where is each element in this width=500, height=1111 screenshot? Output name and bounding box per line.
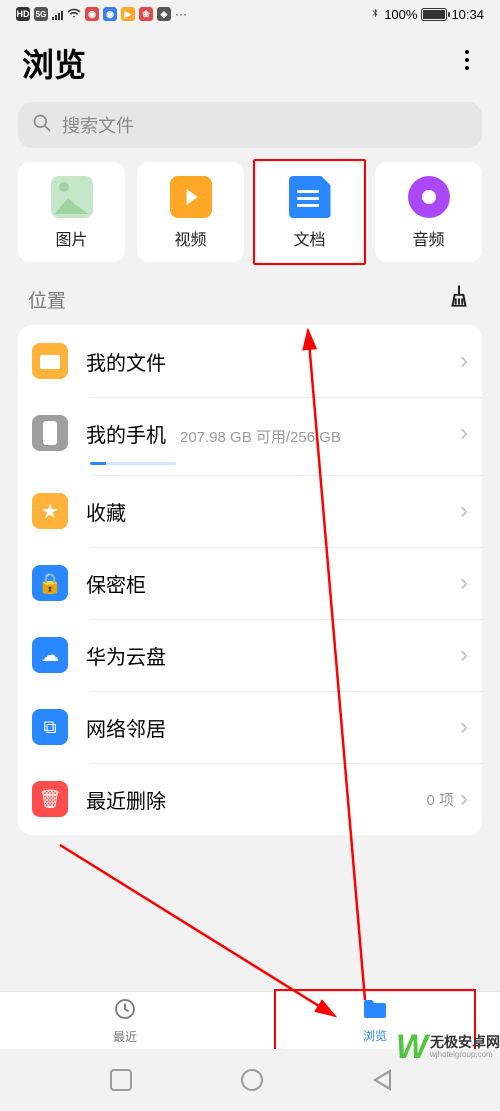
star-icon: ★ xyxy=(32,493,68,529)
hd-icon: HD xyxy=(16,7,30,21)
search-placeholder: 搜索文件 xyxy=(62,112,134,138)
more-dots-icon: ··· xyxy=(175,7,187,21)
chevron-right-icon: › xyxy=(460,785,468,813)
folder-icon xyxy=(32,343,68,379)
category-row: 图片 视频 文档 音频 xyxy=(0,162,500,276)
nav-back-button[interactable] xyxy=(373,1069,391,1091)
location-network[interactable]: ⧉ 网络邻居 › xyxy=(18,691,482,763)
status-right: 100% 10:34 xyxy=(370,6,484,23)
battery-icon xyxy=(421,8,447,21)
section-header: 位置 xyxy=(0,276,500,325)
storage-progress-bar xyxy=(90,462,176,465)
audio-icon xyxy=(408,176,450,218)
chevron-right-icon: › xyxy=(460,419,468,447)
clock-icon xyxy=(113,997,137,1026)
watermark-logo-icon: W xyxy=(396,1028,428,1067)
category-audio[interactable]: 音频 xyxy=(375,162,482,262)
picture-icon xyxy=(51,176,93,218)
battery-percent: 100% xyxy=(384,7,417,22)
phone-icon xyxy=(32,415,68,451)
document-icon xyxy=(289,176,331,218)
folder-icon xyxy=(362,998,388,1025)
nav-home-button[interactable] xyxy=(241,1069,263,1091)
nav-recent-button[interactable] xyxy=(110,1069,132,1091)
location-title: 网络邻居 xyxy=(86,713,166,742)
lock-icon: 🔒 xyxy=(32,565,68,601)
status-bar: HD 5G ◉ ◉ ▶ ❀ ◈ ··· 100% 10:34 xyxy=(0,0,500,28)
watermark: W 无极安卓网 wjhotelgroup.com xyxy=(396,1028,500,1067)
location-title: 华为云盘 xyxy=(86,641,166,670)
header: 浏览 xyxy=(0,28,500,94)
app-icon-5: ◈ xyxy=(157,7,171,21)
locations-list: 我的文件 › 我的手机 207.98 GB 可用/256 GB › ★ 收藏 ›… xyxy=(18,325,482,835)
cloud-icon: ☁ xyxy=(32,637,68,673)
watermark-text-en: wjhotelgroup.com xyxy=(430,1051,500,1060)
category-label: 文档 xyxy=(293,226,325,250)
section-title: 位置 xyxy=(28,286,66,313)
trash-icon: 🗑 xyxy=(32,781,68,817)
status-left: HD 5G ◉ ◉ ▶ ❀ ◈ ··· xyxy=(16,6,187,23)
time-label: 10:34 xyxy=(451,7,484,22)
more-menu-button[interactable] xyxy=(456,41,478,85)
network-5g-icon: 5G xyxy=(34,7,48,21)
app-icon-2: ◉ xyxy=(103,7,117,21)
location-title: 最近删除 xyxy=(86,785,166,814)
location-favorites[interactable]: ★ 收藏 › xyxy=(18,475,482,547)
watermark-text-cn: 无极安卓网 xyxy=(430,1035,500,1050)
tab-label: 最近 xyxy=(113,1028,137,1045)
location-title: 我的手机 xyxy=(86,419,166,448)
clean-button[interactable] xyxy=(446,284,472,315)
tab-label: 浏览 xyxy=(363,1027,387,1044)
video-icon xyxy=(170,176,212,218)
location-title: 保密柜 xyxy=(86,569,146,598)
app-icon-3: ▶ xyxy=(121,7,135,21)
chevron-right-icon: › xyxy=(460,569,468,597)
category-label: 音频 xyxy=(412,226,444,250)
location-safe[interactable]: 🔒 保密柜 › xyxy=(18,547,482,619)
tab-recent[interactable]: 最近 xyxy=(0,992,250,1049)
storage-info: 207.98 GB 可用/256 GB xyxy=(180,426,341,447)
category-videos[interactable]: 视频 xyxy=(137,162,244,262)
app-icon-4: ❀ xyxy=(139,7,153,21)
category-documents[interactable]: 文档 xyxy=(256,162,363,262)
deleted-count: 0 项 xyxy=(426,789,454,810)
signal-icon xyxy=(52,9,63,20)
chevron-right-icon: › xyxy=(460,347,468,375)
location-my-files[interactable]: 我的文件 › xyxy=(18,325,482,397)
page-title: 浏览 xyxy=(22,40,86,86)
location-title: 收藏 xyxy=(86,497,126,526)
category-pictures[interactable]: 图片 xyxy=(18,162,125,262)
location-title: 我的文件 xyxy=(86,347,166,376)
chevron-right-icon: › xyxy=(460,497,468,525)
search-input[interactable]: 搜索文件 xyxy=(18,102,482,148)
category-label: 视频 xyxy=(174,226,206,250)
location-cloud[interactable]: ☁ 华为云盘 › xyxy=(18,619,482,691)
wifi-icon xyxy=(67,6,81,23)
search-icon xyxy=(32,113,52,138)
location-my-phone[interactable]: 我的手机 207.98 GB 可用/256 GB › xyxy=(18,397,482,475)
app-icon-1: ◉ xyxy=(85,7,99,21)
chevron-right-icon: › xyxy=(460,713,468,741)
category-label: 图片 xyxy=(55,226,87,250)
location-recently-deleted[interactable]: 🗑 最近删除 0 项 › xyxy=(18,763,482,835)
network-icon: ⧉ xyxy=(32,709,68,745)
bluetooth-icon xyxy=(370,6,380,23)
chevron-right-icon: › xyxy=(460,641,468,669)
